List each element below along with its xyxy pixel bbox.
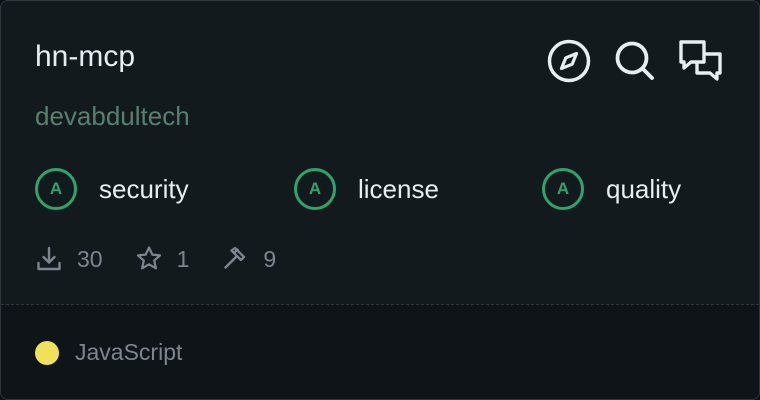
- grade-badge: A: [294, 168, 336, 210]
- repo-name[interactable]: hn-mcp: [35, 37, 135, 77]
- grade-security[interactable]: A security: [35, 165, 189, 213]
- search-button[interactable]: [611, 37, 659, 85]
- downloads-count: 30: [77, 245, 103, 272]
- compass-icon: [547, 39, 591, 83]
- card-footer: JavaScript: [1, 305, 759, 399]
- grade-label: license: [358, 173, 439, 204]
- star-icon: [135, 245, 163, 273]
- hammer-icon: [221, 245, 249, 273]
- card-actions: [545, 37, 725, 85]
- grade-list: A security A license A quality: [35, 165, 735, 213]
- grade-label: quality: [606, 173, 682, 204]
- tools-stat: 9: [221, 245, 276, 273]
- grade-badge: A: [35, 168, 77, 210]
- language-indicator: JavaScript: [35, 339, 182, 366]
- language-name: JavaScript: [75, 339, 183, 365]
- explore-button[interactable]: [545, 37, 593, 85]
- repo-owner[interactable]: devabdultech: [35, 98, 190, 134]
- grade-license[interactable]: A license: [294, 165, 439, 213]
- tools-count: 9: [263, 245, 277, 272]
- grade-quality[interactable]: A quality: [542, 165, 681, 213]
- stars-stat: 1: [135, 245, 190, 273]
- downloads-stat: 30: [35, 245, 103, 273]
- stars-count: 1: [176, 245, 190, 272]
- repo-card[interactable]: hn-mcp devabdultech A security A license…: [0, 0, 760, 400]
- language-color-dot: [35, 340, 59, 365]
- repo-stats: 30 1 9: [35, 241, 308, 277]
- download-icon: [35, 245, 63, 273]
- discussions-button[interactable]: [677, 37, 725, 85]
- chat-icon: [679, 40, 722, 81]
- search-icon: [615, 41, 654, 80]
- grade-badge: A: [542, 168, 584, 210]
- grade-label: security: [99, 173, 189, 204]
